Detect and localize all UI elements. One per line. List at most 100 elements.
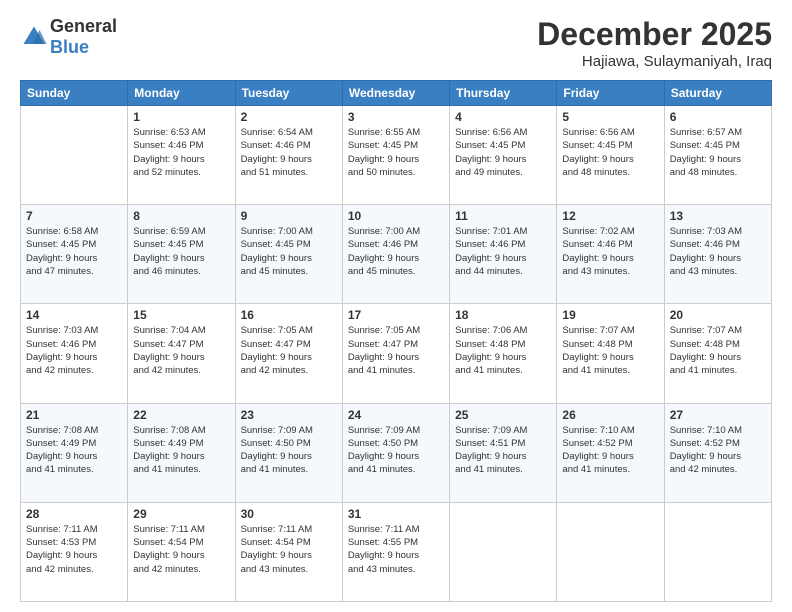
day-number: 14 (26, 308, 122, 322)
calendar-cell: 18 Sunrise: 7:06 AM Sunset: 4:48 PM Dayli… (450, 304, 557, 403)
weekday-header-monday: Monday (128, 81, 235, 106)
calendar-cell: 7Sunrise: 6:58 AM Sunset: 4:45 PM Daylig… (21, 205, 128, 304)
day-number: 1 (133, 110, 229, 124)
calendar-cell: 1 Sunrise: 6:53 AM Sunset: 4:46 PM Daylig… (128, 106, 235, 205)
day-number: 20 (670, 308, 766, 322)
day-info: Sunrise: 7:08 AM Sunset: 4:49 PM Dayligh… (26, 424, 122, 477)
header: General Blue December 2025 Hajiawa, Sula… (20, 16, 772, 70)
logo-blue: Blue (50, 37, 89, 57)
page: General Blue December 2025 Hajiawa, Sula… (0, 0, 792, 612)
day-info: Sunrise: 7:11 AM Sunset: 4:54 PM Dayligh… (241, 523, 337, 576)
day-info: Sunrise: 7:06 AM Sunset: 4:48 PM Dayligh… (455, 324, 551, 377)
day-number: 23 (241, 408, 337, 422)
calendar-cell: 25Sunrise: 7:09 AM Sunset: 4:51 PM Dayli… (450, 403, 557, 502)
calendar-cell: 3 Sunrise: 6:55 AM Sunset: 4:45 PM Daylig… (342, 106, 449, 205)
week-row-3: 21 Sunrise: 7:08 AM Sunset: 4:49 PM Dayli… (21, 403, 772, 502)
calendar-cell: 21 Sunrise: 7:08 AM Sunset: 4:49 PM Dayli… (21, 403, 128, 502)
day-info: Sunrise: 7:08 AM Sunset: 4:49 PM Dayligh… (133, 424, 229, 477)
logo: General Blue (20, 16, 117, 58)
day-info: Sunrise: 7:03 AM Sunset: 4:46 PM Dayligh… (26, 324, 122, 377)
calendar-cell (557, 502, 664, 601)
day-number: 29 (133, 507, 229, 521)
calendar-cell: 2 Sunrise: 6:54 AM Sunset: 4:46 PM Daylig… (235, 106, 342, 205)
day-number: 22 (133, 408, 229, 422)
day-info: Sunrise: 6:56 AM Sunset: 4:45 PM Dayligh… (562, 126, 658, 179)
weekday-header-row: SundayMondayTuesdayWednesdayThursdayFrid… (21, 81, 772, 106)
weekday-header-tuesday: Tuesday (235, 81, 342, 106)
calendar-cell: 31 Sunrise: 7:11 AM Sunset: 4:55 PM Dayli… (342, 502, 449, 601)
calendar-cell: 26Sunrise: 7:10 AM Sunset: 4:52 PM Dayli… (557, 403, 664, 502)
calendar-cell: 6 Sunrise: 6:57 AM Sunset: 4:45 PM Daylig… (664, 106, 771, 205)
calendar-cell: 23 Sunrise: 7:09 AM Sunset: 4:50 PM Dayli… (235, 403, 342, 502)
calendar-cell: 11 Sunrise: 7:01 AM Sunset: 4:46 PM Dayli… (450, 205, 557, 304)
calendar-cell: 10Sunrise: 7:00 AM Sunset: 4:46 PM Dayli… (342, 205, 449, 304)
day-number: 16 (241, 308, 337, 322)
day-number: 27 (670, 408, 766, 422)
day-number: 11 (455, 209, 551, 223)
calendar-cell: 27Sunrise: 7:10 AM Sunset: 4:52 PM Dayli… (664, 403, 771, 502)
day-number: 13 (670, 209, 766, 223)
day-info: Sunrise: 7:07 AM Sunset: 4:48 PM Dayligh… (562, 324, 658, 377)
day-number: 15 (133, 308, 229, 322)
day-number: 3 (348, 110, 444, 124)
calendar-cell: 19 Sunrise: 7:07 AM Sunset: 4:48 PM Dayli… (557, 304, 664, 403)
calendar-cell: 20 Sunrise: 7:07 AM Sunset: 4:48 PM Dayli… (664, 304, 771, 403)
calendar-cell: 22 Sunrise: 7:08 AM Sunset: 4:49 PM Dayli… (128, 403, 235, 502)
day-info: Sunrise: 6:59 AM Sunset: 4:45 PM Dayligh… (133, 225, 229, 278)
day-number: 31 (348, 507, 444, 521)
weekday-header-wednesday: Wednesday (342, 81, 449, 106)
day-number: 18 (455, 308, 551, 322)
calendar-cell: 14 Sunrise: 7:03 AM Sunset: 4:46 PM Dayli… (21, 304, 128, 403)
day-info: Sunrise: 6:54 AM Sunset: 4:46 PM Dayligh… (241, 126, 337, 179)
day-number: 8 (133, 209, 229, 223)
week-row-2: 14 Sunrise: 7:03 AM Sunset: 4:46 PM Dayli… (21, 304, 772, 403)
day-number: 19 (562, 308, 658, 322)
day-number: 12 (562, 209, 658, 223)
calendar-table: SundayMondayTuesdayWednesdayThursdayFrid… (20, 80, 772, 602)
logo-icon (20, 23, 48, 51)
week-row-4: 28Sunrise: 7:11 AM Sunset: 4:53 PM Dayli… (21, 502, 772, 601)
day-info: Sunrise: 7:01 AM Sunset: 4:46 PM Dayligh… (455, 225, 551, 278)
logo-general: General (50, 16, 117, 36)
calendar-cell (21, 106, 128, 205)
calendar-cell (664, 502, 771, 601)
day-number: 6 (670, 110, 766, 124)
calendar-cell: 15Sunrise: 7:04 AM Sunset: 4:47 PM Dayli… (128, 304, 235, 403)
weekday-header-friday: Friday (557, 81, 664, 106)
day-info: Sunrise: 7:00 AM Sunset: 4:46 PM Dayligh… (348, 225, 444, 278)
calendar-cell: 16Sunrise: 7:05 AM Sunset: 4:47 PM Dayli… (235, 304, 342, 403)
calendar-cell: 4Sunrise: 6:56 AM Sunset: 4:45 PM Daylig… (450, 106, 557, 205)
day-info: Sunrise: 7:03 AM Sunset: 4:46 PM Dayligh… (670, 225, 766, 278)
month-title: December 2025 (537, 16, 772, 53)
day-number: 26 (562, 408, 658, 422)
title-section: December 2025 Hajiawa, Sulaymaniyah, Ira… (537, 16, 772, 70)
day-number: 24 (348, 408, 444, 422)
day-number: 21 (26, 408, 122, 422)
calendar-cell: 8 Sunrise: 6:59 AM Sunset: 4:45 PM Daylig… (128, 205, 235, 304)
day-info: Sunrise: 6:53 AM Sunset: 4:46 PM Dayligh… (133, 126, 229, 179)
day-info: Sunrise: 6:57 AM Sunset: 4:45 PM Dayligh… (670, 126, 766, 179)
day-number: 28 (26, 507, 122, 521)
weekday-header-sunday: Sunday (21, 81, 128, 106)
weekday-header-saturday: Saturday (664, 81, 771, 106)
day-info: Sunrise: 6:55 AM Sunset: 4:45 PM Dayligh… (348, 126, 444, 179)
week-row-0: 1 Sunrise: 6:53 AM Sunset: 4:46 PM Daylig… (21, 106, 772, 205)
calendar-cell: 24 Sunrise: 7:09 AM Sunset: 4:50 PM Dayli… (342, 403, 449, 502)
day-number: 2 (241, 110, 337, 124)
day-number: 25 (455, 408, 551, 422)
day-info: Sunrise: 7:09 AM Sunset: 4:50 PM Dayligh… (348, 424, 444, 477)
day-info: Sunrise: 7:11 AM Sunset: 4:55 PM Dayligh… (348, 523, 444, 576)
day-number: 5 (562, 110, 658, 124)
location-title: Hajiawa, Sulaymaniyah, Iraq (537, 53, 772, 70)
day-info: Sunrise: 7:09 AM Sunset: 4:50 PM Dayligh… (241, 424, 337, 477)
day-info: Sunrise: 7:05 AM Sunset: 4:47 PM Dayligh… (348, 324, 444, 377)
calendar-cell: 9Sunrise: 7:00 AM Sunset: 4:45 PM Daylig… (235, 205, 342, 304)
day-number: 7 (26, 209, 122, 223)
calendar-cell: 5 Sunrise: 6:56 AM Sunset: 4:45 PM Daylig… (557, 106, 664, 205)
calendar-cell: 12Sunrise: 7:02 AM Sunset: 4:46 PM Dayli… (557, 205, 664, 304)
calendar-cell: 13 Sunrise: 7:03 AM Sunset: 4:46 PM Dayli… (664, 205, 771, 304)
day-info: Sunrise: 7:07 AM Sunset: 4:48 PM Dayligh… (670, 324, 766, 377)
calendar-cell: 29Sunrise: 7:11 AM Sunset: 4:54 PM Dayli… (128, 502, 235, 601)
calendar-cell: 30Sunrise: 7:11 AM Sunset: 4:54 PM Dayli… (235, 502, 342, 601)
week-row-1: 7Sunrise: 6:58 AM Sunset: 4:45 PM Daylig… (21, 205, 772, 304)
